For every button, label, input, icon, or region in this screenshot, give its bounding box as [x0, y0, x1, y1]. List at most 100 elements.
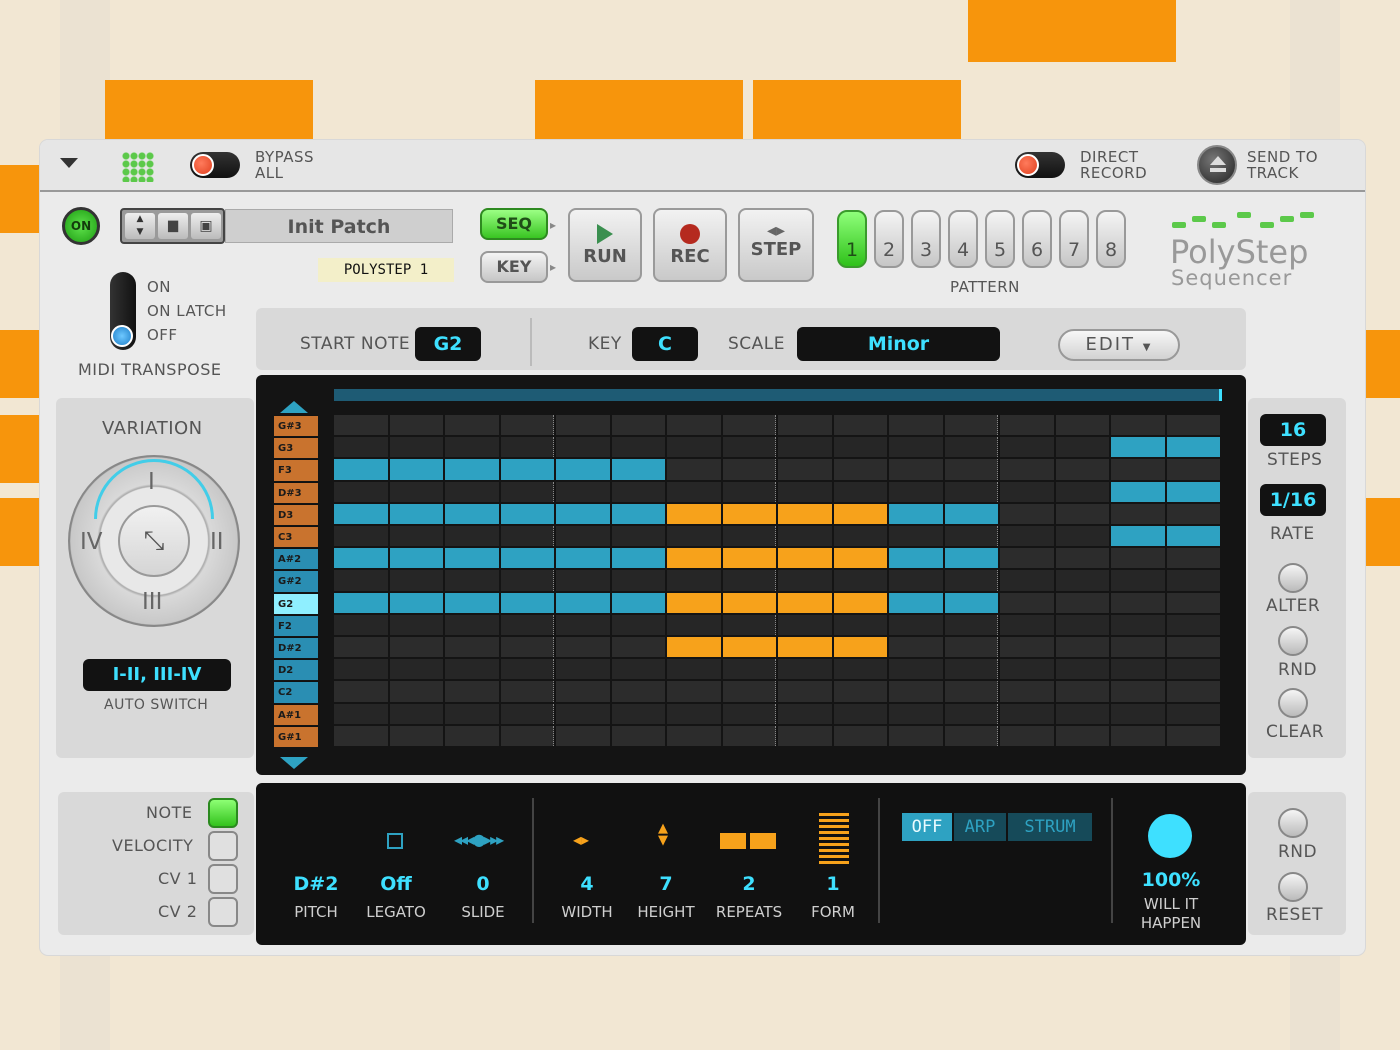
grid-cell[interactable] — [944, 503, 998, 524]
grid-cell[interactable] — [889, 481, 943, 502]
grid-cell[interactable] — [445, 592, 499, 613]
height-value[interactable]: 7 — [621, 873, 711, 895]
grid-cell[interactable] — [389, 659, 443, 680]
grid-cell[interactable] — [1111, 725, 1165, 746]
midi-transpose-switch[interactable] — [110, 272, 136, 350]
grid-cell[interactable] — [1000, 725, 1054, 746]
grid-cell[interactable] — [833, 614, 887, 635]
grid-cell[interactable] — [500, 725, 554, 746]
note-label[interactable]: D#2 — [274, 637, 318, 659]
grid-cell[interactable] — [334, 725, 388, 746]
grid-cell[interactable] — [667, 592, 721, 613]
mode-off-button[interactable]: OFF — [902, 813, 952, 841]
grid-cell[interactable] — [889, 637, 943, 658]
pitch-value[interactable]: D#2 — [271, 873, 361, 895]
grid-cell[interactable] — [334, 614, 388, 635]
grid-cell[interactable] — [1166, 614, 1220, 635]
grid-cell[interactable] — [889, 570, 943, 591]
mode-arp-button[interactable]: ARP — [954, 813, 1006, 841]
grid-cell[interactable] — [1111, 592, 1165, 613]
grid-cell[interactable] — [556, 637, 610, 658]
grid-cell[interactable] — [833, 725, 887, 746]
grid-cell[interactable] — [833, 503, 887, 524]
grid-cell[interactable] — [1111, 570, 1165, 591]
rnd-button[interactable] — [1278, 626, 1308, 656]
variation-dir-i[interactable]: I — [148, 469, 155, 495]
pattern-button-7[interactable]: 7 — [1059, 210, 1089, 268]
grid-cell[interactable] — [944, 592, 998, 613]
grid-cell[interactable] — [334, 570, 388, 591]
grid-cell[interactable] — [889, 681, 943, 702]
grid-cell[interactable] — [389, 503, 443, 524]
variation-dir-ii[interactable]: II — [210, 529, 224, 555]
grid-cell[interactable] — [611, 659, 665, 680]
lane-velocity-selector[interactable] — [208, 831, 238, 861]
grid-cell[interactable] — [833, 592, 887, 613]
note-scroll-up[interactable] — [280, 401, 308, 413]
grid-cell[interactable] — [334, 703, 388, 724]
grid-cell[interactable] — [389, 592, 443, 613]
grid-cell[interactable] — [445, 437, 499, 458]
save-icon[interactable]: ▣ — [191, 213, 221, 239]
grid-cell[interactable] — [445, 503, 499, 524]
grid-cell[interactable] — [722, 459, 776, 480]
grid-cell[interactable] — [667, 614, 721, 635]
grid-cell[interactable] — [944, 570, 998, 591]
grid-cell[interactable] — [611, 503, 665, 524]
grid-cell[interactable] — [1111, 481, 1165, 502]
direct-record-toggle[interactable] — [1015, 152, 1065, 178]
folder-icon[interactable]: ▆ — [158, 213, 188, 239]
grid-cell[interactable] — [667, 526, 721, 547]
variation-dir-iii[interactable]: III — [142, 589, 162, 615]
grid-cell[interactable] — [1166, 681, 1220, 702]
grid-cell[interactable] — [334, 415, 388, 436]
grid-cell[interactable] — [389, 637, 443, 658]
step-button[interactable]: ◂▸ STEP — [738, 208, 814, 282]
grid-cell[interactable] — [611, 459, 665, 480]
key-button[interactable]: KEY — [480, 251, 548, 283]
grid-cell[interactable] — [944, 526, 998, 547]
grid-cell[interactable] — [1166, 437, 1220, 458]
grid-cell[interactable] — [889, 415, 943, 436]
grid-cell[interactable] — [445, 459, 499, 480]
grid-cell[interactable] — [778, 592, 832, 613]
grid-cell[interactable] — [1055, 570, 1109, 591]
grid-cell[interactable] — [1055, 681, 1109, 702]
grid-cell[interactable] — [889, 548, 943, 569]
grid-cell[interactable] — [500, 570, 554, 591]
start-note-display[interactable]: G2 — [415, 327, 481, 361]
grid-cell[interactable] — [722, 415, 776, 436]
grid-cell[interactable] — [722, 659, 776, 680]
pattern-button-4[interactable]: 4 — [948, 210, 978, 268]
grid-cell[interactable] — [445, 637, 499, 658]
grid-cell[interactable] — [889, 459, 943, 480]
grid-cell[interactable] — [667, 570, 721, 591]
grid-cell[interactable] — [445, 614, 499, 635]
grid-cell[interactable] — [944, 548, 998, 569]
grid-cell[interactable] — [556, 681, 610, 702]
grid-cell[interactable] — [722, 526, 776, 547]
grid-cell[interactable] — [389, 703, 443, 724]
grid-cell[interactable] — [1055, 526, 1109, 547]
mode-strum-button[interactable]: STRUM — [1008, 813, 1092, 841]
grid-cell[interactable] — [889, 725, 943, 746]
lane-cv1-selector[interactable] — [208, 864, 238, 894]
grid-cell[interactable] — [778, 681, 832, 702]
grid-cell[interactable] — [1111, 681, 1165, 702]
grid-cell[interactable] — [722, 437, 776, 458]
width-value[interactable]: 4 — [542, 873, 632, 895]
note-label[interactable]: G#2 — [274, 570, 318, 592]
grid-cell[interactable] — [667, 459, 721, 480]
grid-cell[interactable] — [889, 659, 943, 680]
grid-cell[interactable] — [556, 659, 610, 680]
grid-cell[interactable] — [334, 437, 388, 458]
key-display[interactable]: C — [632, 327, 698, 361]
patch-updown-button[interactable]: ▲ ▼ — [125, 213, 155, 239]
grid-cell[interactable] — [500, 703, 554, 724]
grid-cell[interactable] — [556, 703, 610, 724]
grid-cell[interactable] — [778, 614, 832, 635]
pattern-button-6[interactable]: 6 — [1022, 210, 1052, 268]
grid-cell[interactable] — [1111, 637, 1165, 658]
grid-cell[interactable] — [445, 703, 499, 724]
note-label[interactable]: G#3 — [274, 415, 318, 437]
